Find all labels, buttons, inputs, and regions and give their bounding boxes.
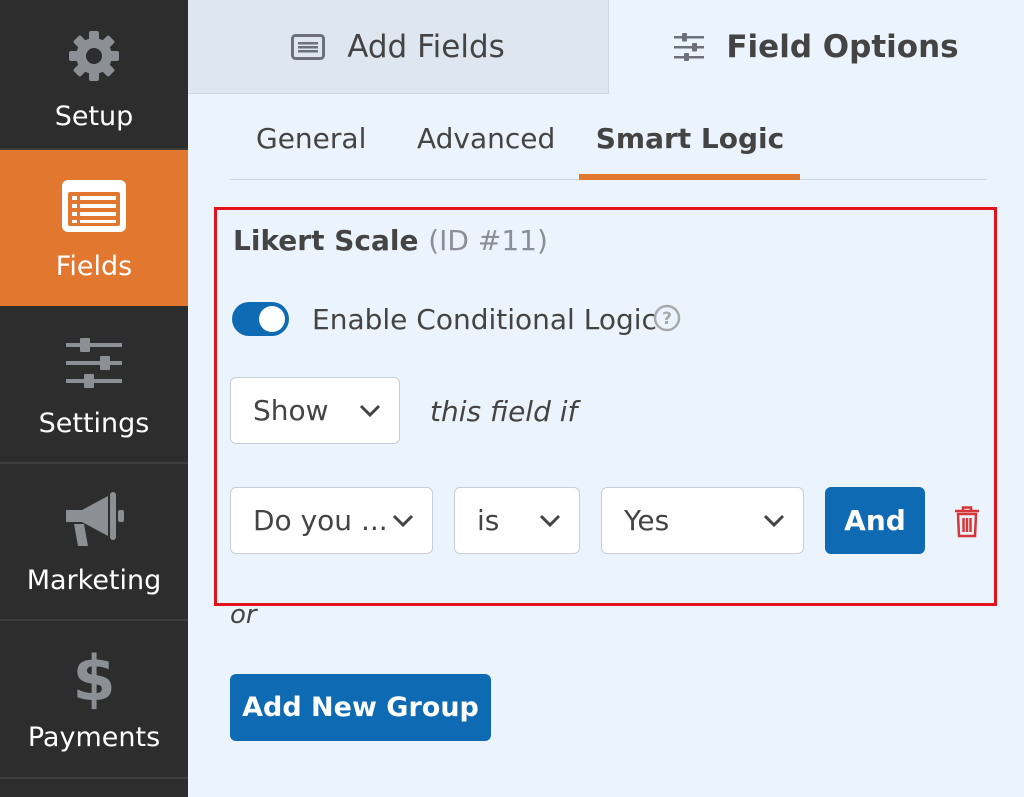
list-form-icon [62,175,126,237]
chevron-down-icon [763,514,785,528]
sliders-icon [66,332,122,394]
tab-advanced[interactable]: Advanced [417,108,555,180]
field-id: (ID #11) [428,224,548,257]
this-field-if-text: this field if [430,395,578,428]
field-title: Likert Scale (ID #11) [233,224,548,257]
tab-label: Add Fields [347,28,505,65]
rule-field-select[interactable]: Do you ... [230,487,433,554]
dollar-icon: $ [74,644,114,710]
help-icon[interactable]: ? [653,304,681,336]
sidebar-item-label: Marketing [26,564,162,596]
top-tabs: Add Fields Field Options [188,0,1024,94]
sidebar-item-setup[interactable]: Setup [0,0,188,156]
or-text: or [230,600,257,630]
select-value: Show [253,394,329,427]
sidebar-item-label: Fields [55,250,133,282]
svg-text:$: $ [74,644,114,710]
svg-text:?: ? [662,309,672,329]
trash-icon[interactable] [954,506,980,542]
tab-field-options[interactable]: Field Options [609,0,1024,94]
field-name: Likert Scale [233,224,419,257]
sidebar-item-payments[interactable]: $ Payments [0,621,188,777]
add-new-group-button[interactable]: Add New Group [230,674,491,741]
conditional-logic-toggle[interactable] [232,302,289,336]
sidebar-item-label: Settings [38,407,150,439]
tab-add-fields[interactable]: Add Fields [188,0,609,94]
toggle-knob [259,306,285,332]
chevron-down-icon [539,514,561,528]
select-value: is [477,504,500,537]
active-tab-indicator [579,174,800,180]
action-select[interactable]: Show [230,377,400,444]
sidebar-item-fields[interactable]: Fields [0,150,188,306]
rule-value-select[interactable]: Yes [601,487,804,554]
sidebar-item-label: Setup [54,100,134,132]
and-button[interactable]: And [825,487,925,554]
sidebar-item-marketing[interactable]: Marketing [0,464,188,620]
megaphone-icon [62,489,126,551]
select-value: Do you ... [253,504,388,537]
toggle-label: Enable Conditional Logic [312,303,657,336]
sidebar: Setup Fields Settings Marketing $ Paymen… [0,0,188,797]
sidebar-item-settings[interactable]: Settings [0,307,188,463]
list-icon [291,33,326,60]
tab-smart-logic[interactable]: Smart Logic [580,108,800,180]
select-value: Yes [624,504,670,537]
chevron-down-icon [392,514,414,528]
gear-icon [67,25,121,87]
chevron-down-icon [359,404,381,418]
sidebar-divider [0,777,188,779]
sub-tabs: General Advanced Smart Logic [230,108,987,180]
sidebar-item-label: Payments [27,721,161,753]
tab-general[interactable]: General [256,108,366,180]
rule-operator-select[interactable]: is [454,487,580,554]
sliders-icon [674,33,705,61]
tab-label: Field Options [726,29,959,65]
